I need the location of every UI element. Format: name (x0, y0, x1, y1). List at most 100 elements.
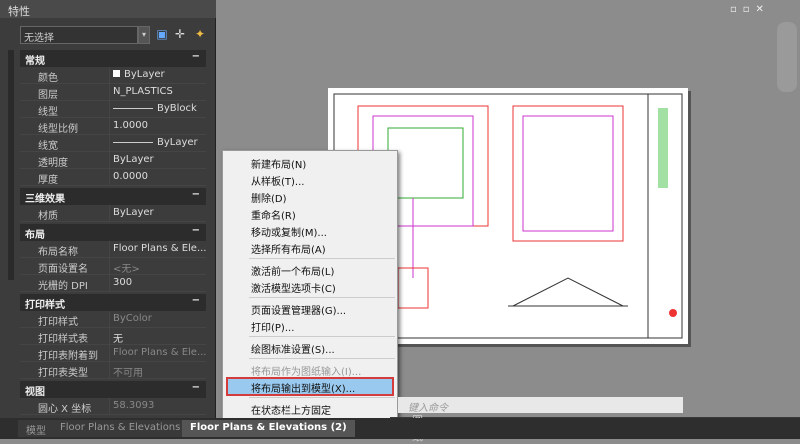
property-row[interactable]: 图层 N_PLASTICS (20, 84, 206, 101)
menu-item[interactable]: 重命名(R) (223, 205, 397, 222)
menu-item[interactable]: 删除(D) (223, 188, 397, 205)
property-row[interactable]: 线宽 ByLayer (20, 135, 206, 152)
property-row[interactable]: 光栅的 DPI 300 (20, 275, 206, 292)
property-value[interactable]: Floor Plans & Ele... (110, 241, 206, 257)
property-value-text: 1.0000 (113, 120, 148, 131)
property-label: 页面设置名 (20, 258, 110, 275)
command-input[interactable]: 键入命令 (398, 397, 683, 414)
menu-item[interactable]: 新建布局(N) (223, 154, 397, 171)
select-objects-icon[interactable]: ✛ (172, 27, 188, 43)
section-header[interactable]: 三维效果 − (20, 188, 206, 205)
layout-tabs: 模型 Floor Plans & Elevations Floor Plans … (0, 418, 800, 439)
property-value[interactable]: 0.0000 (110, 169, 206, 185)
navigation-bar[interactable] (777, 22, 797, 92)
property-row[interactable]: 线型比例 1.0000 (20, 118, 206, 135)
window-controls[interactable]: ▫▫✕ (730, 4, 770, 15)
property-value-text: Floor Plans & Ele... (113, 347, 206, 358)
property-value-text: ByLayer (124, 69, 165, 80)
property-row[interactable]: 打印样式 ByColor (20, 311, 206, 328)
collapse-icon[interactable]: − (192, 295, 200, 306)
line-sample (113, 107, 153, 109)
property-label: 线宽 (20, 135, 110, 152)
property-value[interactable]: ByLayer (110, 135, 206, 151)
property-label: 材质 (20, 205, 110, 222)
property-row[interactable]: 布局名称 Floor Plans & Ele... (20, 241, 206, 258)
property-value-text: 0.0000 (113, 171, 148, 182)
property-label: 厚度 (20, 169, 110, 186)
menu-item[interactable]: 绘图标准设置(S)... (223, 339, 397, 356)
property-grid: 常规 − 颜色 ByLayer 图层 N_PLASTICS 线型 ByBlock 线型比例 1.0… (20, 48, 206, 415)
tab-layout-2[interactable]: Floor Plans & Elevations (2) (182, 420, 355, 437)
section-header[interactable]: 常规 − (20, 50, 206, 67)
property-row[interactable]: 打印样式表无 (20, 328, 206, 345)
property-label: 打印表附着到 (20, 345, 110, 362)
property-value[interactable]: ByLayer (110, 205, 206, 221)
property-value[interactable]: 不可用 (110, 362, 206, 378)
property-value[interactable]: 1.0000 (110, 118, 206, 134)
menu-item[interactable]: 将布局作为图纸输入(I)... (223, 361, 397, 378)
property-value[interactable]: 58.3093 (110, 398, 206, 414)
property-value[interactable]: ByColor (110, 311, 206, 327)
property-value[interactable]: 300 (110, 275, 206, 291)
collapse-icon[interactable]: − (192, 51, 200, 62)
menu-item[interactable]: 激活模型选项卡(C) (223, 278, 397, 295)
property-label: 颜色 (20, 67, 110, 84)
property-value[interactable]: 无 (110, 328, 206, 344)
property-value[interactable]: Floor Plans & Ele... (110, 345, 206, 361)
menu-item[interactable]: 从样板(T)... (223, 171, 397, 188)
property-label: 透明度 (20, 152, 110, 169)
property-row[interactable]: 圆心 X 坐标 58.3093 (20, 398, 206, 415)
tab-layout-1[interactable]: Floor Plans & Elevations (52, 420, 189, 437)
collapse-icon[interactable]: − (192, 225, 200, 236)
property-row[interactable]: 厚度 0.0000 (20, 169, 206, 186)
property-value-text: 58.3093 (113, 400, 155, 411)
section-header[interactable]: 视图 − (20, 381, 206, 398)
menu-item[interactable]: 激活前一个布局(L) (223, 261, 397, 278)
menu-item[interactable]: 页面设置管理器(G)... (223, 300, 397, 317)
menu-item[interactable]: 移动或复制(M)... (223, 222, 397, 239)
menu-item[interactable]: 选择所有布局(A) (223, 239, 397, 256)
property-value-text: ByLayer (157, 137, 198, 148)
section-title: 布局 (25, 230, 45, 241)
menu-separator (249, 397, 395, 398)
property-row[interactable]: 线型 ByBlock (20, 101, 206, 118)
property-value-text: Floor Plans & Ele... (113, 243, 206, 254)
property-value[interactable]: ByLayer (110, 152, 206, 168)
line-sample (113, 141, 153, 143)
property-row[interactable]: 打印表类型 不可用 (20, 362, 206, 379)
property-value[interactable]: N_PLASTICS (110, 84, 206, 100)
tab-model[interactable]: 模型 (18, 420, 54, 437)
property-value-text: <无> (113, 264, 140, 274)
panel-title: 特性 (0, 0, 216, 18)
property-value-text: 不可用 (113, 368, 143, 378)
property-value-text: 无 (113, 334, 123, 344)
property-value-text: ByBlock (157, 103, 197, 114)
section-header[interactable]: 布局 − (20, 224, 206, 241)
property-row[interactable]: 打印表附着到 Floor Plans & Ele... (20, 345, 206, 362)
panel-scrollbar[interactable] (8, 50, 14, 280)
property-value[interactable]: ByLayer (110, 67, 206, 83)
layout-context-menu: 新建布局(N) 从样板(T)... 删除(D) 重命名(R) 移动或复制(M)... 选择… (222, 150, 398, 426)
property-value[interactable]: <无> (110, 258, 206, 274)
collapse-icon[interactable]: − (192, 382, 200, 393)
property-row[interactable]: 透明度 ByLayer (20, 152, 206, 169)
collapse-icon[interactable]: − (192, 189, 200, 200)
property-label: 打印样式表 (20, 328, 110, 345)
menu-separator (249, 297, 395, 298)
menu-item[interactable]: 打印(P)... (223, 317, 397, 334)
property-value-text: 300 (113, 277, 133, 288)
section-header[interactable]: 打印样式 − (20, 294, 206, 311)
property-value[interactable]: ByBlock (110, 101, 206, 117)
quick-select-icon[interactable]: ▣ (154, 27, 170, 43)
property-label: 光栅的 DPI (20, 275, 110, 292)
property-row[interactable]: 材质 ByLayer (20, 205, 206, 222)
toggle-pickadd-icon[interactable]: ✦ (192, 27, 208, 43)
property-row[interactable]: 页面设置名 <无> (20, 258, 206, 275)
menu-item[interactable]: 将布局输出到模型(X)... (226, 377, 394, 396)
menu-item[interactable]: 在状态栏上方固定 (223, 400, 397, 417)
section-title: 三维效果 (25, 194, 65, 205)
chevron-down-icon[interactable]: ▾ (138, 26, 150, 44)
selection-dropdown[interactable]: 无选择 (20, 26, 138, 44)
properties-panel: 特性 无选择 ▾ ▣ ✛ ✦ 常规 − 颜色 ByLayer 图层 N_PLASTICS 线… (0, 0, 216, 418)
property-row[interactable]: 颜色 ByLayer (20, 67, 206, 84)
